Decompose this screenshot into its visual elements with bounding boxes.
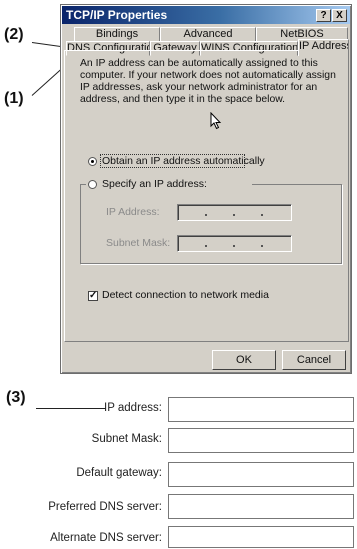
form-ip-address-label: IP address: — [104, 402, 162, 414]
form-default-gateway-label: Default gateway: — [76, 467, 162, 479]
ip-address-label: IP Address: — [106, 206, 160, 218]
cancel-button[interactable]: Cancel — [282, 350, 346, 370]
detect-connection-checkbox[interactable]: ✓ — [88, 291, 98, 301]
form-subnet-mask-label: Subnet Mask: — [91, 433, 162, 445]
radio-obtain-ip[interactable] — [88, 157, 97, 166]
form-alternate-dns-label: Alternate DNS server: — [50, 532, 162, 544]
ip-address-field[interactable] — [177, 204, 292, 221]
ip-dot — [261, 245, 263, 247]
description-text: An IP address can be automatically assig… — [80, 58, 336, 105]
form-alternate-dns-input[interactable] — [168, 526, 354, 548]
form-ip-address-input[interactable] — [168, 397, 354, 422]
specify-ip-groupbox — [80, 184, 342, 264]
form-preferred-dns-input[interactable] — [168, 494, 354, 519]
callout-1: (1) — [4, 90, 24, 107]
ok-button[interactable]: OK — [212, 350, 276, 370]
ip-dot — [233, 214, 235, 216]
form-preferred-dns-label: Preferred DNS server: — [48, 501, 162, 513]
radio-specify-ip[interactable] — [88, 180, 97, 189]
ip-dot — [205, 214, 207, 216]
dialog-title: TCP/IP Properties — [66, 8, 168, 22]
form-subnet-mask-input[interactable] — [168, 428, 354, 453]
ip-dot — [261, 214, 263, 216]
form-default-gateway-input[interactable] — [168, 462, 354, 487]
close-button[interactable]: X — [332, 9, 347, 22]
radio-specify-label[interactable]: Specify an IP address: — [102, 178, 207, 190]
radio-obtain-label[interactable]: Obtain an IP address automatically — [102, 155, 265, 167]
callout-2: (2) — [4, 26, 24, 43]
tab-bindings[interactable]: Bindings — [74, 27, 160, 42]
subnet-mask-label: Subnet Mask: — [106, 237, 171, 249]
detect-connection-label[interactable]: Detect connection to network media — [102, 289, 269, 301]
help-button[interactable]: ? — [316, 9, 331, 22]
ip-dot — [233, 245, 235, 247]
ip-dot — [205, 245, 207, 247]
subnet-mask-field[interactable] — [177, 235, 292, 252]
mouse-cursor-icon — [210, 112, 222, 130]
tab-ip-address[interactable]: IP Address — [298, 39, 349, 56]
tab-advanced[interactable]: Advanced — [160, 27, 256, 42]
